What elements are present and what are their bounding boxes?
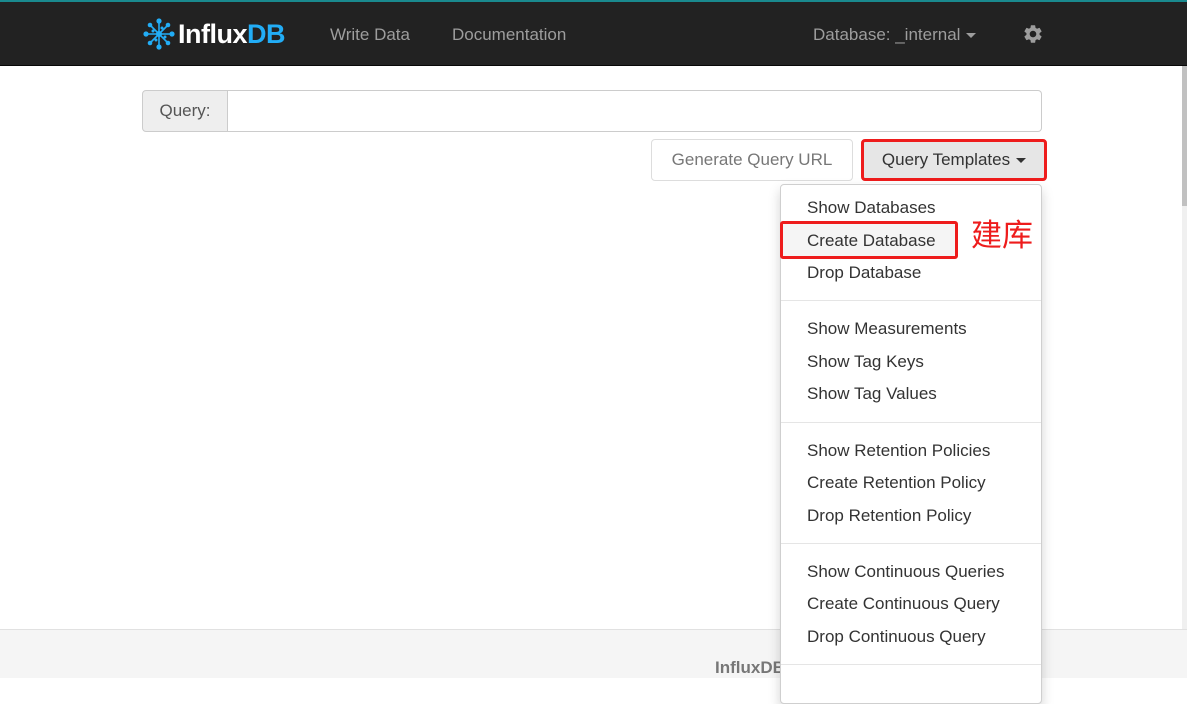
- database-selector-label: Database: _internal: [813, 25, 961, 44]
- menu-item-show-continuous-queries[interactable]: Show Continuous Queries: [807, 561, 1005, 583]
- chevron-down-icon: [966, 33, 977, 39]
- query-label: Query:: [142, 90, 228, 132]
- query-templates-button[interactable]: Query Templates: [861, 139, 1047, 181]
- menu-item-drop-database[interactable]: Drop Database: [807, 262, 921, 284]
- menu-item-create-database[interactable]: Create Database: [807, 230, 936, 252]
- brand-name: InfluxDB: [178, 16, 286, 52]
- menu-item-show-databases[interactable]: Show Databases: [807, 197, 936, 219]
- menu-divider: [781, 300, 1041, 301]
- footer-brand: InfluxDB: [715, 658, 785, 677]
- query-input[interactable]: [228, 90, 1042, 132]
- brand-logo[interactable]: InfluxDB: [142, 16, 286, 52]
- influxdb-logo-icon: [143, 18, 175, 50]
- menu-divider: [781, 543, 1041, 544]
- database-selector[interactable]: Database: _internal: [813, 24, 977, 46]
- menu-item-drop-continuous-query[interactable]: Drop Continuous Query: [807, 626, 986, 648]
- generate-query-url-button[interactable]: Generate Query URL: [651, 139, 853, 181]
- menu-item-show-tag-values[interactable]: Show Tag Values: [807, 383, 937, 405]
- menu-item-show-measurements[interactable]: Show Measurements: [807, 318, 967, 340]
- scrollbar-thumb[interactable]: [1182, 66, 1187, 206]
- menu-divider: [781, 422, 1041, 423]
- query-templates-label: Query Templates: [881, 150, 1011, 169]
- nav-documentation-link[interactable]: Documentation: [452, 24, 566, 46]
- gear-icon[interactable]: [1022, 23, 1044, 45]
- menu-divider: [781, 664, 1041, 665]
- brand-name-part2: DB: [247, 19, 286, 49]
- menu-item-create-retention-policy[interactable]: Create Retention Policy: [807, 472, 986, 494]
- menu-item-show-retention-policies[interactable]: Show Retention Policies: [807, 440, 990, 462]
- menu-item-drop-retention-policy[interactable]: Drop Retention Policy: [807, 505, 971, 527]
- chevron-down-icon: [1016, 158, 1027, 164]
- annotation-label: 建库: [971, 218, 1033, 254]
- query-templates-menu: Show Databases Create Database Drop Data…: [780, 184, 1042, 704]
- scrollbar[interactable]: [1182, 66, 1187, 629]
- nav-write-data-link[interactable]: Write Data: [330, 24, 410, 46]
- query-input-group: Query:: [142, 90, 1042, 132]
- brand-name-part1: Influx: [178, 19, 248, 49]
- navbar: InfluxDB Write Data Documentation Databa…: [0, 0, 1187, 66]
- menu-item-create-continuous-query[interactable]: Create Continuous Query: [807, 593, 1000, 615]
- menu-item-show-tag-keys[interactable]: Show Tag Keys: [807, 351, 924, 373]
